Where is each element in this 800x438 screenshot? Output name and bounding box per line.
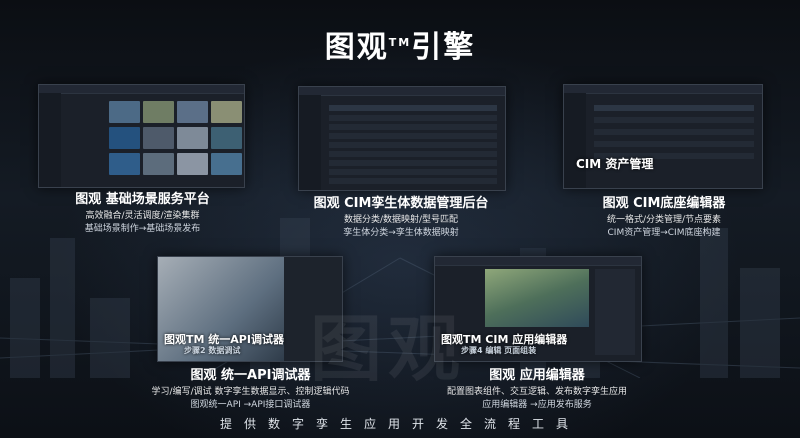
page-title: 图观TM引擎 [0,22,800,66]
app-editor-overlay-sub: 步骤4 编辑 页面组装 [461,346,537,355]
scene-platform-heading: 图观 基础场景服务平台 [75,192,210,207]
scene-platform-features: 高效融合/灵活调度/渲染集群 [85,210,200,221]
cim-editor-screenshot: CIM 资产管理 [563,84,763,189]
app-editor-flow: 应用编辑器 →应用发布服务 [482,400,592,411]
cim-editor-overlay: CIM 资产管理 [576,157,654,171]
title-trademark: TM [388,36,412,49]
cim-editor-caption: 图观 CIM底座编辑器 统一格式/分类管理/节点要素 CIM资产管理→CIM底座… [565,196,763,239]
title-suffix: 引擎 [411,30,476,65]
api-debugger-flow: 图观统一API →API接口调试器 [190,400,311,411]
cim-editor-heading: 图观 CIM底座编辑器 [602,196,726,211]
footer-tagline: 提供数字孪生应用开发全流程工具 [219,417,580,431]
scene-platform-flow: 基础场景制作→基础场景发布 [84,224,201,235]
title-brand: 图观 [324,30,389,65]
scene-platform-screenshot [38,84,245,188]
cim-data-screenshot [298,86,506,191]
api-debugger-overlay-sub: 步骤2 数据调试 [184,346,241,355]
cim-data-features: 数据分类/数据映射/型号匹配 [343,214,459,225]
cim-editor-flow: CIM资产管理→CIM底座构建 [607,228,721,239]
cim-data-flow: 孪生体分类→孪生体数据映射 [343,228,459,239]
cim-data-heading: 图观 CIM孪生体数据管理后台 [313,196,489,211]
scene-platform-caption: 图观 基础场景服务平台 高效融合/灵活调度/渲染集群 基础场景制作→基础场景发布 [40,192,245,235]
watermark: 图观 [310,307,467,391]
cim-editor-features: 统一格式/分类管理/节点要素 [606,214,722,225]
cim-data-caption: 图观 CIM孪生体数据管理后台 数据分类/数据映射/型号匹配 孪生体分类→孪生体… [290,196,512,239]
